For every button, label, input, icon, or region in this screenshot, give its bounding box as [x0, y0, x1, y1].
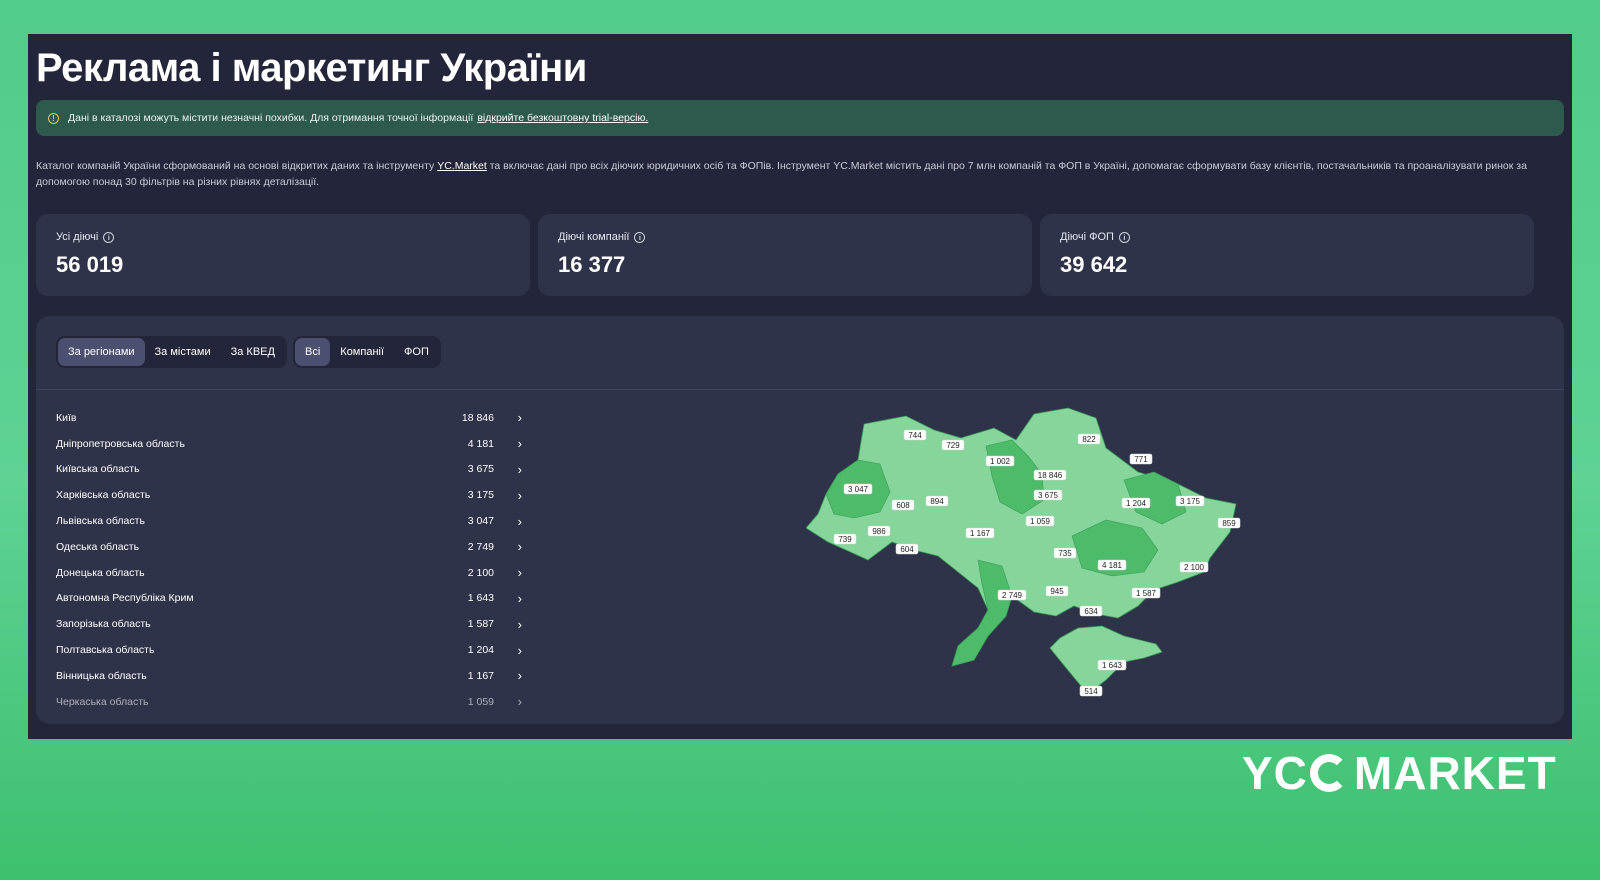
logo-mark-icon [1309, 754, 1348, 792]
map-label-text: 729 [946, 441, 960, 450]
disclaimer-text: Дані в каталозі можуть містити незначні … [68, 112, 474, 124]
disclaimer-banner: ! Дані в каталозі можуть містити незначн… [36, 100, 1564, 136]
stat-card-fop: Діючі ФОП i 39 642 [1040, 214, 1534, 296]
list-item[interactable]: Київська область 3 675 › [56, 457, 526, 483]
list-item[interactable]: Київ 18 846 › [56, 405, 526, 431]
entity-filter: Всі Компанії ФОП [293, 336, 441, 368]
chevron-right-icon: › [517, 461, 522, 477]
map-label-text: 608 [896, 501, 910, 510]
list-item[interactable]: Вінницька область 1 167 › [56, 663, 526, 689]
map-label-text: 859 [1222, 519, 1236, 528]
filter-companies[interactable]: Компанії [330, 338, 394, 366]
map-label-text: 514 [1084, 687, 1098, 696]
region-list: Київ 18 846 › Дніпропетровська область 4 18… [56, 405, 526, 715]
ukraine-map: 744 729 1 002 18 846 822 771 3 047 608 8… [806, 407, 1241, 697]
stat-card-all: Усі діючі i 56 019 [36, 214, 530, 296]
chevron-right-icon: › [517, 668, 522, 684]
trial-link[interactable]: відкрийте безкоштовну trial-версію. [477, 112, 648, 124]
chevron-right-icon: › [517, 513, 522, 529]
map-mainland [806, 407, 1237, 667]
yc-market-link[interactable]: YC.Market [437, 160, 487, 172]
page-title: Реклама і маркетинг України [36, 46, 587, 90]
info-icon[interactable]: i [634, 231, 646, 243]
list-item[interactable]: Донецька область 2 100 › [56, 560, 526, 586]
list-item[interactable]: Одеська область 2 749 › [56, 534, 526, 560]
map-label-text: 2 100 [1184, 563, 1205, 572]
chevron-right-icon: › [517, 436, 522, 452]
intro-paragraph: Каталог компаній України сформований на … [36, 160, 1527, 188]
list-item[interactable]: Полтавська область 1 204 › [56, 637, 526, 663]
stat-label: Діючі ФОП [1060, 231, 1114, 243]
map-label-text: 18 846 [1038, 471, 1063, 480]
list-item[interactable]: Черкаська область 1 059 › [56, 689, 526, 715]
list-item[interactable]: Запорізька область 1 587 › [56, 611, 526, 637]
map-label-text: 1 059 [1030, 517, 1051, 526]
map-label-text: 1 204 [1126, 499, 1147, 508]
stat-card-companies: Діючі компанії i 16 377 [538, 214, 1032, 296]
tab-by-regions[interactable]: За регіонами [58, 338, 145, 366]
chevron-right-icon: › [517, 694, 522, 710]
grouping-tabs: За регіонами За містами За КВЕД [56, 336, 287, 368]
chevron-right-icon: › [517, 590, 522, 606]
info-icon[interactable]: i [103, 231, 115, 243]
list-item[interactable]: Харківська область 3 175 › [56, 482, 526, 508]
list-item[interactable]: Дніпропетровська область 4 181 › [56, 431, 526, 457]
stat-label: Усі діючі [56, 231, 99, 243]
map-label-text: 1 643 [1102, 661, 1123, 670]
stat-value: 16 377 [558, 252, 626, 277]
stat-value: 56 019 [56, 252, 124, 277]
chevron-right-icon: › [517, 410, 522, 426]
regions-panel: За регіонами За містами За КВЕД Всі Комп… [36, 316, 1564, 724]
chevron-right-icon: › [517, 642, 522, 658]
map-label-text: 1 167 [970, 529, 991, 538]
chevron-right-icon: › [517, 487, 522, 503]
info-icon[interactable]: i [1118, 231, 1130, 243]
map-region-odesa [951, 559, 1013, 667]
stat-value: 39 642 [1060, 252, 1128, 277]
chevron-right-icon: › [517, 616, 522, 632]
app-window: Реклама і маркетинг України ! Дані в кат… [28, 34, 1572, 739]
map-label-text: 3 047 [848, 485, 869, 494]
map-label-text: 2 749 [1002, 591, 1023, 600]
map-label-text: 945 [1050, 587, 1064, 596]
tab-by-kved[interactable]: За КВЕД [221, 338, 285, 366]
list-item[interactable]: Львівська область 3 047 › [56, 508, 526, 534]
filter-fop[interactable]: ФОП [394, 338, 439, 366]
chevron-right-icon: › [517, 565, 522, 581]
chevron-right-icon: › [517, 539, 522, 555]
map-label-text: 822 [1082, 435, 1096, 444]
map-label-text: 604 [900, 545, 914, 554]
map-label-text: 4 181 [1102, 561, 1123, 570]
map-label-text: 986 [872, 527, 886, 536]
stat-label: Діючі компанії [558, 231, 630, 243]
map-label-text: 3 175 [1180, 497, 1201, 506]
map-label-text: 1 587 [1136, 589, 1157, 598]
filter-all[interactable]: Всі [295, 338, 331, 366]
map-label-text: 771 [1134, 455, 1148, 464]
list-item[interactable]: Автономна Республіка Крим 1 643 › [56, 586, 526, 612]
map-label-text: 735 [1058, 549, 1072, 558]
map-label-text: 894 [930, 497, 944, 506]
map-label-text: 1 002 [990, 457, 1011, 466]
map-label-text: 634 [1084, 607, 1098, 616]
tab-by-cities[interactable]: За містами [145, 338, 221, 366]
map-label-text: 739 [838, 535, 852, 544]
yc-market-logo: YC MARKET [1242, 747, 1557, 799]
map-label-text: 3 675 [1038, 491, 1059, 500]
info-icon: ! [48, 112, 59, 124]
map-label-text: 744 [908, 431, 922, 440]
divider [36, 389, 1564, 390]
